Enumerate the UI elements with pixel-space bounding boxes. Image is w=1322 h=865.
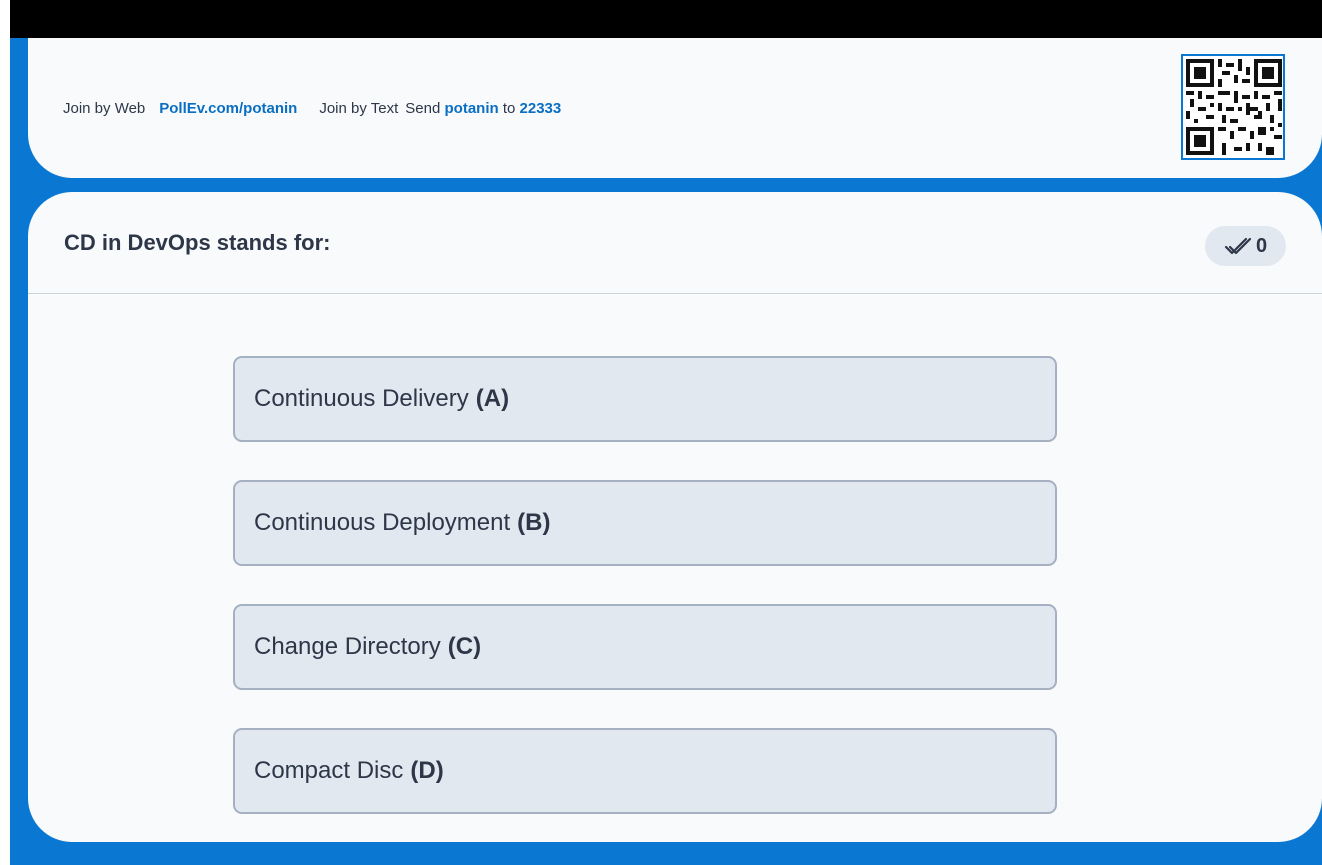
option-letter: (A): [475, 385, 510, 412]
bottom-strip: [10, 842, 1322, 865]
top-bar: [10, 0, 1322, 38]
option-text: Continuous Deployment: [254, 509, 511, 536]
option-text: Change Directory: [254, 633, 441, 660]
send-label: Send: [405, 100, 441, 117]
join-web-label: Join by Web: [63, 100, 146, 117]
option-text: Compact Disc: [254, 757, 404, 784]
option-c[interactable]: Change Directory (C): [233, 604, 1057, 690]
option-letter: (B): [517, 509, 551, 536]
join-number: 22333: [519, 100, 562, 117]
qr-code-icon: [1181, 54, 1285, 160]
option-d[interactable]: Compact Disc (D): [233, 728, 1057, 814]
join-instructions: Join by Web PollEv.com/potanin Join by Tex…: [63, 100, 561, 117]
join-keyword: potanin: [444, 100, 499, 117]
option-letter: (C): [447, 633, 482, 660]
double-check-icon: [1224, 237, 1252, 255]
response-count: 0: [1255, 234, 1268, 257]
response-count-badge: 0: [1205, 226, 1286, 266]
option-text: Continuous Delivery: [254, 385, 469, 412]
join-web-link[interactable]: PollEv.com/potanin: [159, 100, 297, 117]
option-letter: (D): [410, 757, 444, 784]
option-b[interactable]: Continuous Deployment (B): [233, 480, 1057, 566]
to-label: to: [502, 100, 516, 117]
option-a[interactable]: Continuous Delivery (A): [233, 356, 1057, 442]
poll-header: CD in DevOps stands for: 0: [28, 192, 1322, 294]
poll-question: CD in DevOps stands for:: [64, 230, 331, 255]
join-text-label: Join by Text: [319, 100, 399, 117]
join-instructions-card: Join by Web PollEv.com/potanin Join by Tex…: [28, 38, 1322, 178]
